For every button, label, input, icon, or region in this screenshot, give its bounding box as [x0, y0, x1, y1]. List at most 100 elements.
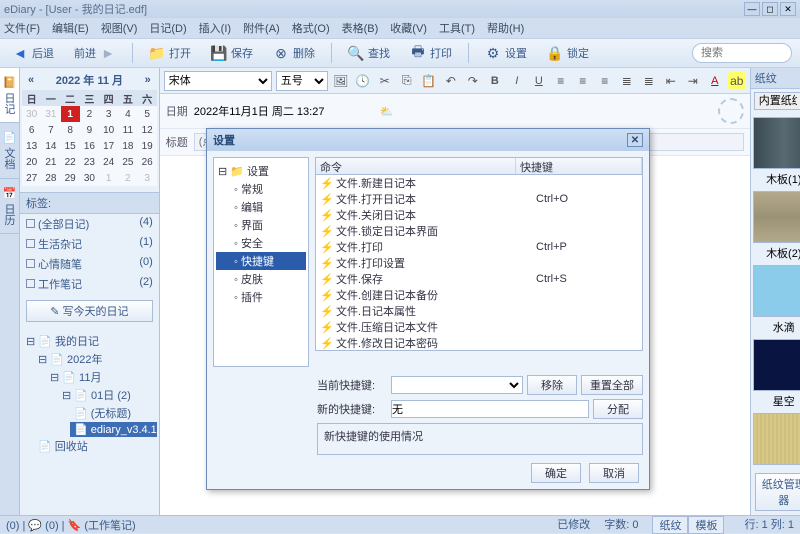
shortcut-row[interactable]: ⚡文件.日记本属性 — [316, 303, 642, 319]
cal-day[interactable]: 6 — [22, 122, 41, 138]
tree-node[interactable]: 📄 回收站 — [34, 437, 157, 455]
list-bullet-icon[interactable]: ≣ — [640, 72, 658, 90]
delete-button[interactable]: ⊗删除 — [269, 43, 319, 63]
ok-button[interactable]: 确定 — [531, 463, 581, 483]
cal-day[interactable]: 8 — [61, 122, 80, 138]
cal-day[interactable]: 4 — [118, 106, 137, 122]
shortcut-row[interactable]: ⚡文件.创建日记本备份 — [316, 287, 642, 303]
texture-swatch[interactable]: 木板(2) — [751, 191, 800, 261]
shortcut-row[interactable]: ⚡文件.打印设置 — [316, 255, 642, 271]
settings-tree-item[interactable]: ◦ 快捷键 — [216, 252, 306, 270]
lefttab-diary[interactable]: 📔 日记 — [0, 68, 19, 123]
cancel-button[interactable]: 取消 — [589, 463, 639, 483]
insert-image-icon[interactable]: 🖼 — [332, 72, 350, 90]
menu-item[interactable]: 格式(O) — [292, 20, 330, 36]
calendar-grid[interactable]: 日一二三四五六303112345678910111213141516171819… — [22, 90, 157, 186]
copy-icon[interactable]: ⎘ — [398, 72, 416, 90]
shortcut-row[interactable]: ⚡文件.关闭日记本 — [316, 207, 642, 223]
undo-icon[interactable]: ↶ — [442, 72, 460, 90]
tree-node[interactable]: ⊟ 📄 01日 (2) — [58, 386, 157, 404]
cal-day[interactable]: 13 — [22, 138, 41, 154]
cal-day[interactable]: 30 — [22, 106, 41, 122]
font-select[interactable]: 宋体 — [164, 71, 272, 91]
cal-day[interactable]: 1 — [99, 170, 118, 186]
find-button[interactable]: 🔍查找 — [344, 43, 394, 63]
back-button[interactable]: ◄后退 — [8, 43, 58, 63]
tag-item[interactable]: (全部日记)(4) — [20, 214, 159, 234]
tree-node[interactable]: ⊟ 📄 11月 — [46, 368, 157, 386]
align-center-icon[interactable]: ≡ — [574, 72, 592, 90]
open-button[interactable]: 📁打开 — [145, 43, 195, 63]
tag-item[interactable]: 心情随笔(0) — [20, 254, 159, 274]
tag-item[interactable]: 生活杂记(1) — [20, 234, 159, 254]
cal-day[interactable]: 1 — [61, 106, 80, 122]
cal-day[interactable]: 2 — [118, 170, 137, 186]
cal-day[interactable]: 18 — [118, 138, 137, 154]
lefttab-docs[interactable]: 📄 文档 — [0, 123, 19, 178]
outdent-icon[interactable]: ⇤ — [662, 72, 680, 90]
assign-button[interactable]: 分配 — [593, 399, 643, 419]
fontsize-select[interactable]: 五号 — [276, 71, 328, 91]
tree-node[interactable]: 📄 ediary_v3.4.1 — [70, 422, 157, 437]
menu-item[interactable]: 视图(V) — [101, 20, 138, 36]
settings-tree-item[interactable]: ◦ 插件 — [216, 288, 306, 306]
settings-tree-root[interactable]: ⊟ 📁 设置 — [216, 162, 306, 180]
paste-icon[interactable]: 📋 — [420, 72, 438, 90]
cal-day[interactable]: 15 — [61, 138, 80, 154]
close-button[interactable]: ✕ — [780, 2, 796, 16]
menu-item[interactable]: 编辑(E) — [52, 20, 89, 36]
cal-next[interactable]: » — [145, 74, 151, 86]
texture-swatch[interactable]: 木板(1) — [751, 117, 800, 187]
shortcut-row[interactable]: ⚡文件.打开日记本Ctrl+O — [316, 191, 642, 207]
cal-day[interactable]: 2 — [80, 106, 99, 122]
save-button[interactable]: 💾保存 — [207, 43, 257, 63]
menu-item[interactable]: 附件(A) — [243, 20, 280, 36]
cal-day[interactable]: 22 — [61, 154, 80, 170]
cal-day[interactable]: 3 — [99, 106, 118, 122]
settings-tree-item[interactable]: ◦ 皮肤 — [216, 270, 306, 288]
settings-tree-item[interactable]: ◦ 界面 — [216, 216, 306, 234]
texture-swatch[interactable] — [751, 413, 800, 465]
search-input[interactable] — [692, 43, 792, 63]
forward-button[interactable]: 前进► — [70, 43, 120, 63]
menu-item[interactable]: 表格(B) — [342, 20, 379, 36]
cal-day[interactable]: 27 — [22, 170, 41, 186]
shortcut-row[interactable]: ⚡文件.打印Ctrl+P — [316, 239, 642, 255]
dialog-close[interactable]: ✕ — [627, 133, 643, 147]
bold-icon[interactable]: B — [486, 72, 504, 90]
shortcut-row[interactable]: ⚡文件.锁定日记本界面 — [316, 223, 642, 239]
lock-button[interactable]: 🔒锁定 — [543, 43, 593, 63]
cal-day[interactable]: 3 — [138, 170, 157, 186]
texture-swatch[interactable]: 水滴 — [751, 265, 800, 335]
texture-manager-button[interactable]: 纸纹管理器 — [755, 473, 800, 511]
shortcut-list[interactable]: ⚡文件.新建日记本⚡文件.打开日记本Ctrl+O⚡文件.关闭日记本⚡文件.锁定日… — [315, 175, 643, 351]
insert-time-icon[interactable]: 🕓 — [354, 72, 372, 90]
cal-day[interactable]: 28 — [41, 170, 60, 186]
print-button[interactable]: 🖶打印 — [406, 43, 456, 63]
menu-item[interactable]: 帮助(H) — [487, 20, 524, 36]
cal-day[interactable]: 17 — [99, 138, 118, 154]
cur-shortcut-select[interactable] — [391, 376, 523, 394]
italic-icon[interactable]: I — [508, 72, 526, 90]
cal-prev[interactable]: « — [28, 74, 34, 86]
new-shortcut-input[interactable] — [391, 400, 589, 418]
shortcut-row[interactable]: ⚡文件.保存Ctrl+S — [316, 271, 642, 287]
cal-day[interactable]: 30 — [80, 170, 99, 186]
menu-item[interactable]: 日记(D) — [149, 20, 186, 36]
menu-item[interactable]: 收藏(V) — [390, 20, 427, 36]
underline-icon[interactable]: U — [530, 72, 548, 90]
cal-day[interactable]: 25 — [118, 154, 137, 170]
cal-day[interactable]: 16 — [80, 138, 99, 154]
minimize-button[interactable]: — — [744, 2, 760, 16]
redo-icon[interactable]: ↷ — [464, 72, 482, 90]
settings-tree-item[interactable]: ◦ 编辑 — [216, 198, 306, 216]
cal-day[interactable]: 9 — [80, 122, 99, 138]
tree-node[interactable]: ⊟ 📄 我的日记 — [22, 332, 157, 350]
texture-select[interactable]: 内置纸纹 — [754, 92, 800, 110]
cal-day[interactable]: 10 — [99, 122, 118, 138]
stattab-template[interactable]: 模板 — [688, 516, 724, 534]
font-color-icon[interactable]: A — [706, 72, 724, 90]
cal-day[interactable]: 31 — [41, 106, 60, 122]
shortcut-row[interactable]: ⚡文件.压缩日记本文件 — [316, 319, 642, 335]
settings-button[interactable]: ⚙设置 — [481, 43, 531, 63]
